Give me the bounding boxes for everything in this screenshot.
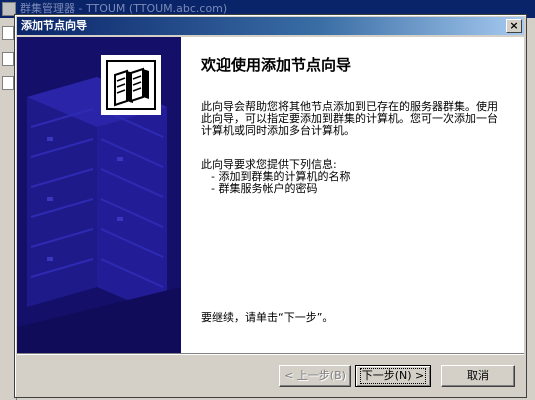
wizard-heading: 欢迎使用添加节点向导	[201, 56, 352, 74]
wizard-intro-text: 此向导会帮助您将其他节点添加到已存在的服务器群集。使用此向导，可以指定要添加到群…	[201, 100, 498, 137]
continue-instruction: 要继续，请单击“下一步”。	[201, 311, 334, 324]
button-separator	[17, 353, 524, 355]
wizard-side-art	[17, 37, 181, 353]
toolbar-icon[interactable]	[2, 26, 14, 40]
dialog-title: 添加节点向导	[21, 19, 87, 32]
back-button[interactable]: < 上一步(B)	[279, 365, 351, 387]
wizard-content-panel: 欢迎使用添加节点向导 此向导会帮助您将其他节点添加到已存在的服务器群集。使用此向…	[181, 37, 524, 353]
background-window-edge	[527, 18, 535, 400]
next-button-label: 下一步(N) >	[359, 368, 427, 384]
add-node-wizard-dialog: 添加节点向导 × 欢迎使用添加节点向导 此向导会帮助您将其他节点添加到已存在的服…	[14, 14, 527, 398]
list-item: - 群集服务帐户的密码	[211, 182, 318, 195]
dialog-titlebar[interactable]: 添加节点向导 ×	[17, 17, 524, 35]
requirements-list: - 添加到群集的计算机的名称 - 群集服务帐户的密码	[211, 171, 350, 195]
close-button[interactable]: ×	[506, 19, 522, 33]
cluster-logo-icon	[101, 55, 161, 115]
toolbar-icon[interactable]	[2, 52, 14, 66]
cancel-button[interactable]: 取消	[441, 365, 515, 387]
next-button[interactable]: 下一步(N) >	[355, 365, 431, 387]
toolbar-icon[interactable]	[2, 76, 14, 90]
